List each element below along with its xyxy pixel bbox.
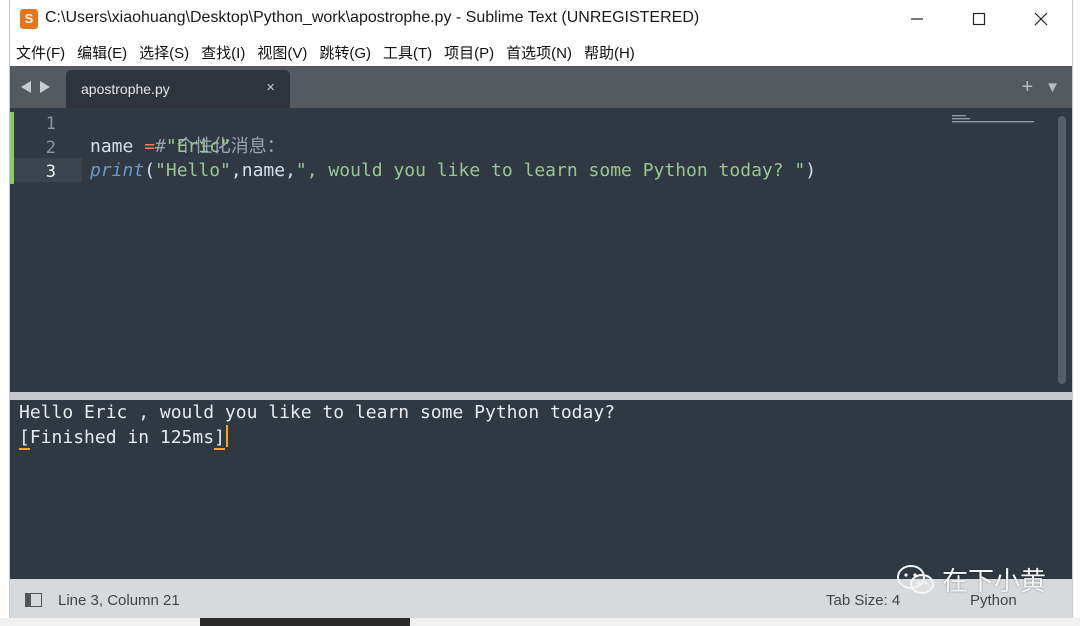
cursor-position: Line 3, Column 21 bbox=[58, 592, 180, 609]
close-window-button[interactable] bbox=[1010, 0, 1072, 38]
bracket-close: ] bbox=[214, 427, 225, 450]
bracket-open: [ bbox=[19, 427, 30, 450]
code-paren: ( bbox=[144, 160, 156, 181]
tab-actions: + ▼ bbox=[1021, 76, 1060, 99]
code-paren: ) bbox=[805, 160, 817, 181]
title-bar: S C:\Users\xiaohuang\Desktop\Python_work… bbox=[10, 0, 1072, 38]
wechat-icon bbox=[897, 564, 934, 594]
minimize-button[interactable] bbox=[886, 0, 948, 38]
maximize-button[interactable] bbox=[948, 0, 1010, 38]
code-editor[interactable]: 1 2 3 # 个性化消息： name = "Eric" print("Hell… bbox=[10, 108, 1072, 392]
menu-find[interactable]: 查找(I) bbox=[195, 42, 251, 63]
line-number: 2 bbox=[45, 138, 56, 158]
taskbar-strip bbox=[0, 618, 1080, 626]
menu-preferences[interactable]: 首选项(N) bbox=[500, 42, 578, 63]
code-line-1: # 个性化消息： bbox=[90, 111, 285, 157]
code-line-2: name = "Eric" bbox=[90, 135, 231, 159]
code-args: ,name, bbox=[230, 160, 296, 181]
menu-edit[interactable]: 编辑(E) bbox=[71, 42, 133, 63]
code-line-3: print("Hello",name,", would you like to … bbox=[90, 159, 816, 183]
menu-help[interactable]: 帮助(H) bbox=[578, 42, 641, 63]
code-operator: = bbox=[133, 136, 166, 157]
tab-list-dropdown-icon[interactable]: ▼ bbox=[1045, 79, 1060, 96]
menu-file[interactable]: 文件(F) bbox=[10, 42, 71, 63]
sublime-window: S C:\Users\xiaohuang\Desktop\Python_work… bbox=[10, 0, 1072, 618]
minimap[interactable] bbox=[952, 114, 1036, 124]
text-cursor bbox=[225, 425, 228, 447]
tab-bar: apostrophe.py × + ▼ bbox=[10, 66, 1072, 108]
line-gutter: 1 2 3 bbox=[10, 108, 82, 392]
tab-prev-icon[interactable] bbox=[20, 80, 32, 94]
wechat-watermark: 在下小黄 bbox=[896, 561, 1046, 598]
line-number-current: 3 bbox=[45, 162, 56, 182]
panel-toggle-icon[interactable] bbox=[25, 593, 42, 607]
close-icon bbox=[1034, 12, 1048, 26]
output-line-1: Hello Eric , would you like to learn som… bbox=[19, 402, 616, 423]
tab-nav-arrows bbox=[20, 80, 51, 94]
code-identifier: name bbox=[90, 136, 134, 157]
menu-view[interactable]: 视图(V) bbox=[251, 42, 313, 63]
menu-project[interactable]: 项目(P) bbox=[438, 42, 500, 63]
new-tab-icon[interactable]: + bbox=[1021, 76, 1033, 99]
menu-goto[interactable]: 跳转(G) bbox=[313, 42, 377, 63]
output-line-2: [Finished in 125ms] bbox=[19, 425, 228, 450]
panel-divider[interactable] bbox=[10, 392, 1072, 400]
code-keyword-print: print bbox=[90, 160, 145, 181]
tab-close-icon[interactable]: × bbox=[266, 79, 275, 96]
tab-apostrophe-py[interactable]: apostrophe.py × bbox=[66, 70, 290, 108]
tab-size-indicator[interactable]: Tab Size: 4 bbox=[826, 592, 900, 609]
tab-label: apostrophe.py bbox=[81, 81, 170, 97]
menu-bar: 文件(F) 编辑(E) 选择(S) 查找(I) 视图(V) 跳转(G) 工具(T… bbox=[10, 38, 1072, 66]
minimize-icon bbox=[911, 18, 923, 20]
maximize-icon bbox=[972, 12, 986, 26]
code-string: "Hello" bbox=[155, 160, 231, 181]
menu-tools[interactable]: 工具(T) bbox=[377, 42, 438, 63]
taskbar-segment bbox=[200, 618, 410, 626]
code-string: "Eric" bbox=[165, 136, 231, 157]
window-title: C:\Users\xiaohuang\Desktop\Python_work\a… bbox=[45, 9, 700, 26]
tab-next-icon[interactable] bbox=[39, 80, 51, 94]
sublime-app-icon: S bbox=[20, 9, 38, 29]
menu-selection[interactable]: 选择(S) bbox=[133, 42, 195, 63]
code-string: ", would you like to learn some Python t… bbox=[295, 160, 806, 181]
watermark-text: 在下小黄 bbox=[942, 567, 1047, 597]
line-number: 1 bbox=[45, 114, 56, 134]
output-finished-text: Finished in 125ms bbox=[29, 427, 215, 448]
build-output-panel[interactable]: Hello Eric , would you like to learn som… bbox=[10, 400, 1072, 579]
editor-scrollbar-thumb[interactable] bbox=[1058, 116, 1066, 384]
